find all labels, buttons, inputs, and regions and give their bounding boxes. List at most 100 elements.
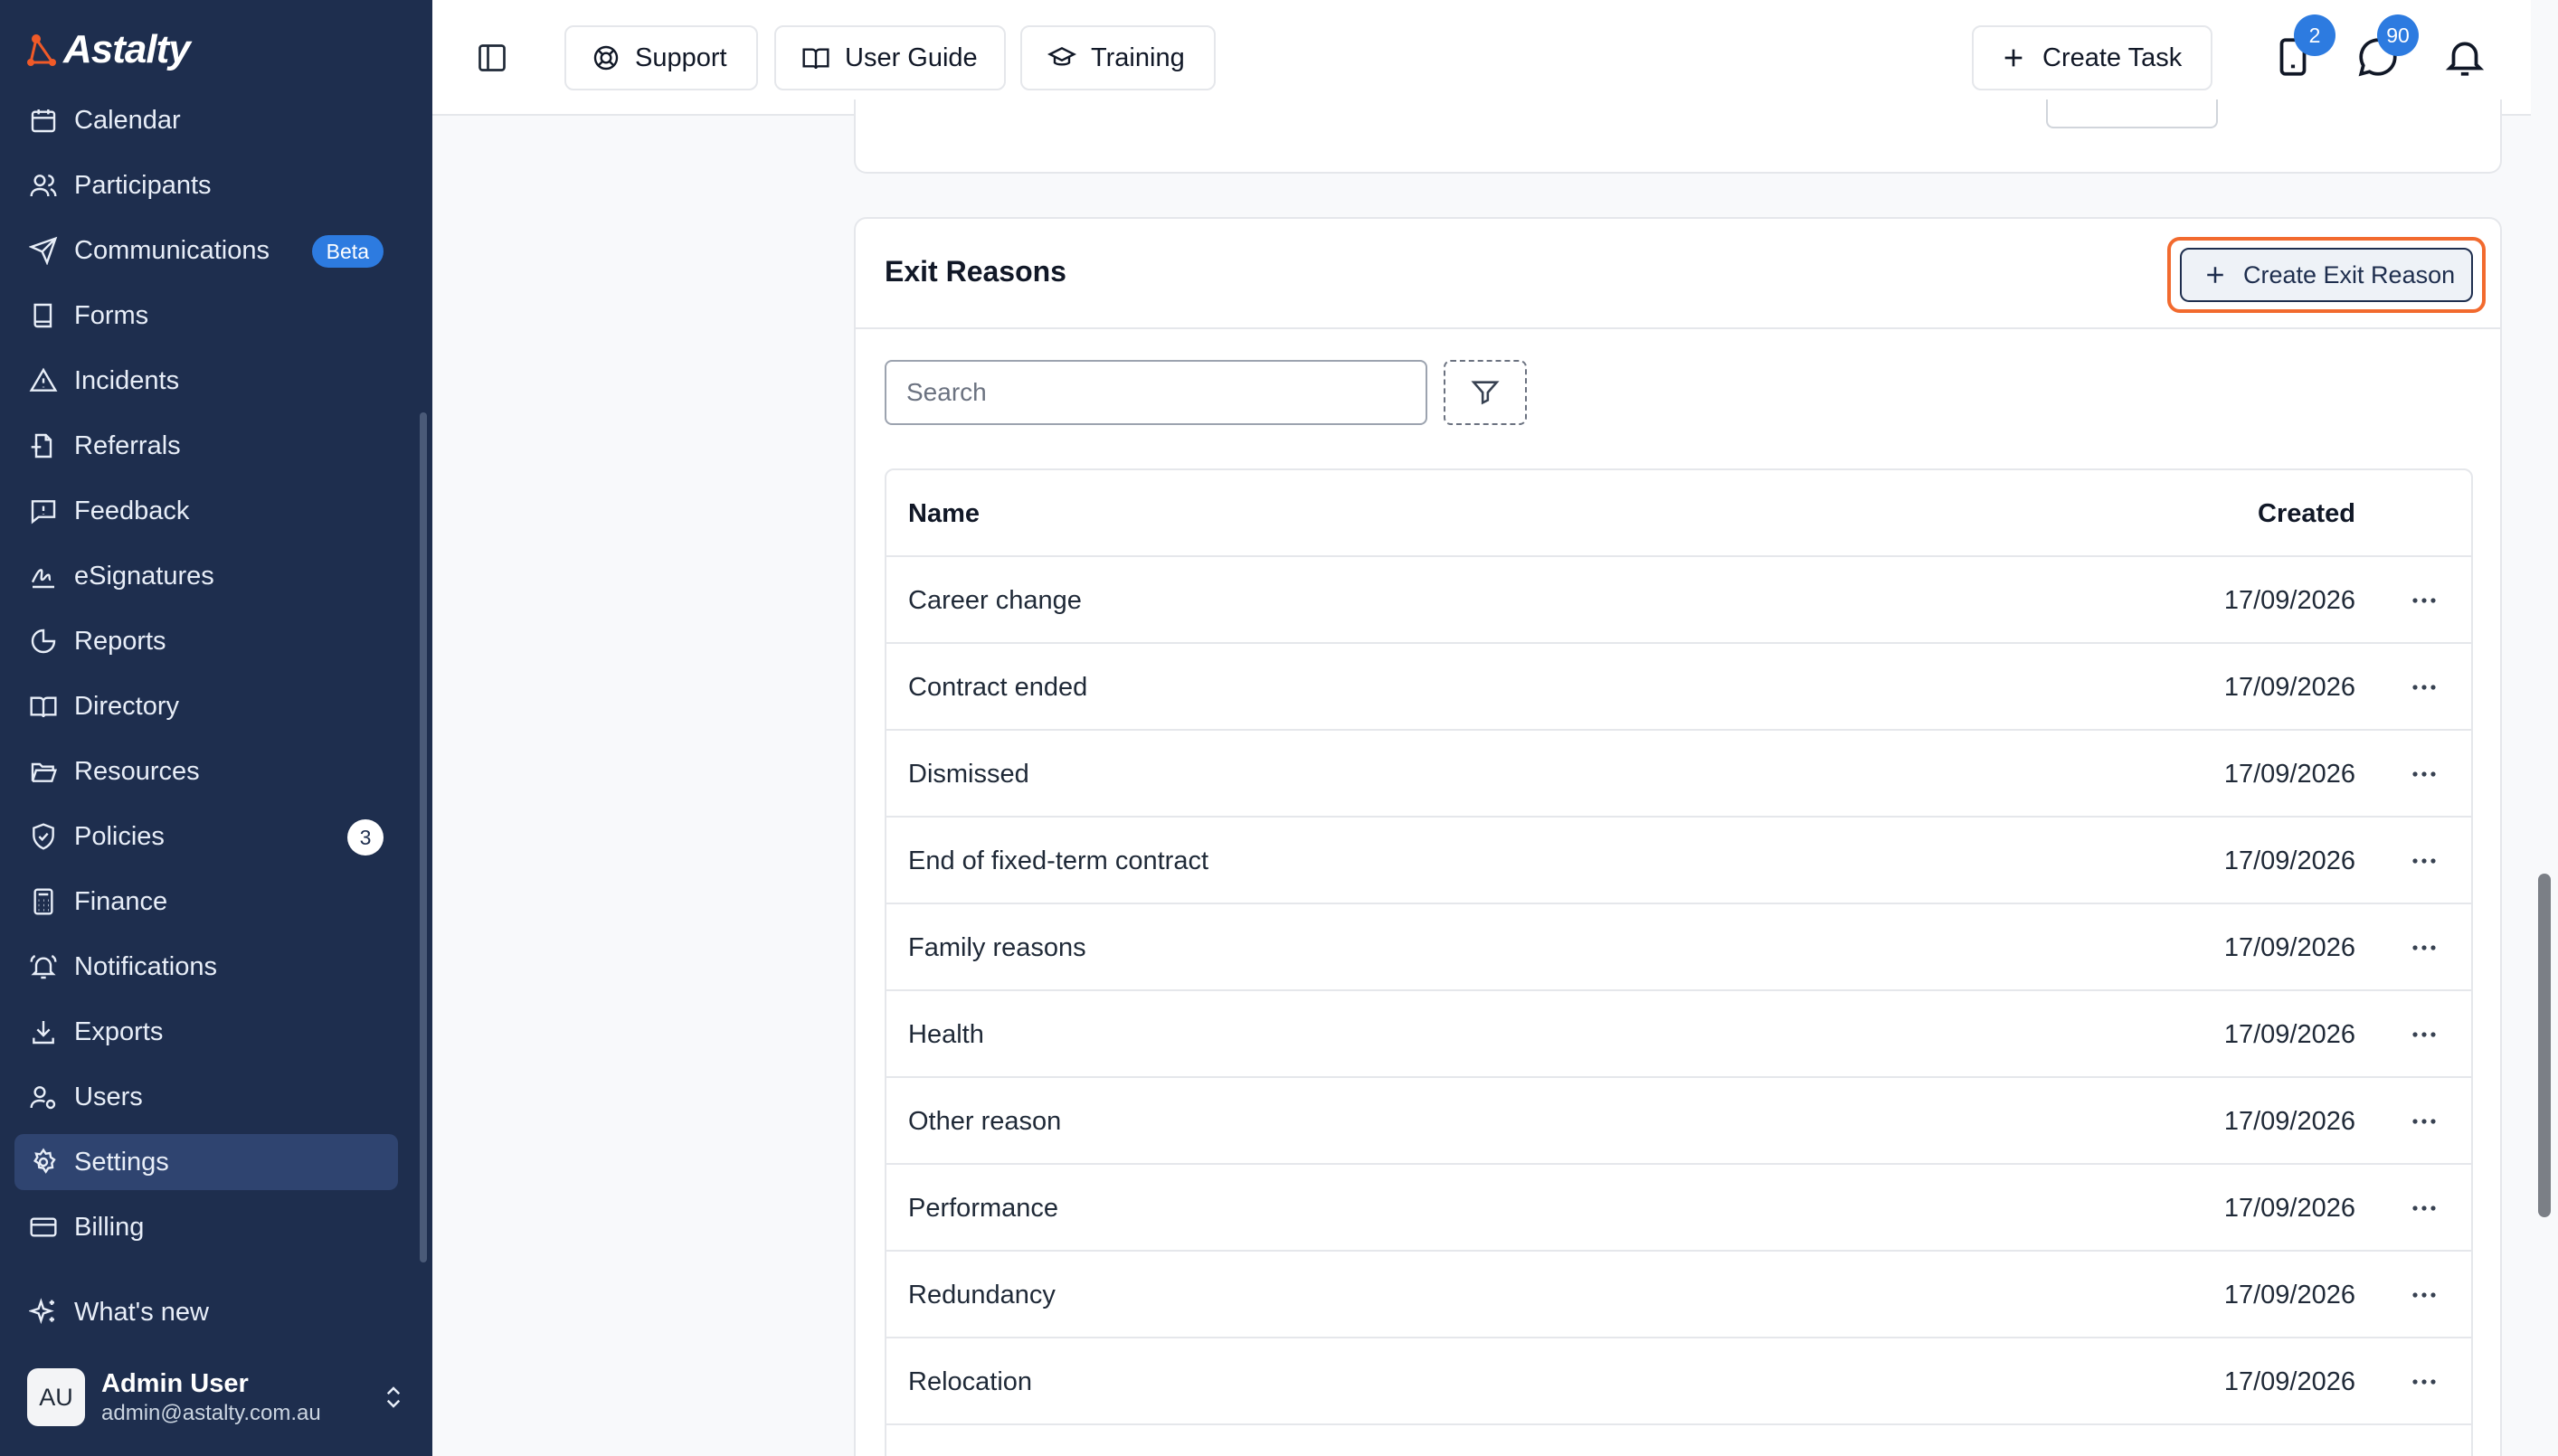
- sidebar-toggle-icon[interactable]: [476, 42, 508, 74]
- sidebar-item-forms[interactable]: Forms: [14, 288, 398, 344]
- column-header-created[interactable]: Created: [2258, 499, 2355, 529]
- previous-card-button[interactable]: [2046, 99, 2218, 128]
- row-name: Relocation: [908, 1367, 1033, 1396]
- table-row[interactable]: Dismissed 17/09/2026: [886, 731, 2471, 818]
- sidebar-nav: Calendar Participants Communications Bet…: [14, 92, 398, 1264]
- policies-count-badge: 3: [347, 819, 384, 856]
- row-created: 17/09/2026: [2223, 1107, 2355, 1136]
- row-created: 17/09/2026: [2223, 1020, 2355, 1049]
- support-label: Support: [635, 43, 727, 72]
- messages-count-badge: 90: [2377, 14, 2419, 56]
- card-title: Exit Reasons: [885, 255, 1066, 288]
- sidebar-item-esignatures[interactable]: eSignatures: [14, 548, 398, 604]
- sidebar-item-label: Directory: [74, 691, 180, 721]
- sidebar-item-users[interactable]: Users: [14, 1069, 398, 1125]
- sidebar-item-label: Resources: [74, 756, 200, 786]
- row-created: 17/09/2026: [2223, 586, 2355, 615]
- lifebuoy-icon: [593, 45, 619, 71]
- sidebar-scrollbar[interactable]: [420, 412, 427, 1262]
- row-actions-button[interactable]: [2402, 1275, 2446, 1315]
- more-horizontal-icon: [2412, 1032, 2436, 1037]
- card-header: Exit Reasons Create Exit Reason: [856, 219, 2500, 329]
- sidebar-item-referrals[interactable]: Referrals: [14, 418, 398, 474]
- row-actions-button[interactable]: [2402, 1015, 2446, 1054]
- plus-icon: [2004, 49, 2023, 67]
- more-horizontal-icon: [2412, 685, 2436, 690]
- row-name: Health: [908, 1020, 984, 1049]
- filter-button[interactable]: [1444, 360, 1527, 425]
- row-actions-button[interactable]: [2402, 928, 2446, 968]
- sidebar-item-whats-new[interactable]: What's new: [14, 1284, 398, 1340]
- pie-chart-icon: [31, 629, 56, 654]
- row-actions-button[interactable]: [2402, 1362, 2446, 1402]
- open-book-icon: [802, 48, 829, 70]
- sidebar-item-feedback[interactable]: Feedback: [14, 483, 398, 539]
- user-menu[interactable]: AU Admin User admin@astalty.com.au: [27, 1367, 407, 1427]
- previous-settings-card: [854, 99, 2502, 174]
- sidebar-item-incidents[interactable]: Incidents: [14, 353, 398, 409]
- table-row[interactable]: Health 17/09/2026: [886, 991, 2471, 1078]
- table-row[interactable]: Relocation 17/09/2026: [886, 1338, 2471, 1425]
- beta-badge: Beta: [311, 235, 384, 268]
- table-row[interactable]: Performance 17/09/2026: [886, 1165, 2471, 1252]
- row-name: Dismissed: [908, 760, 1029, 789]
- sidebar-item-communications[interactable]: Communications Beta: [14, 222, 398, 279]
- filter-icon: [1471, 381, 1500, 405]
- sidebar-item-billing[interactable]: Billing: [14, 1199, 398, 1255]
- row-created: 17/09/2026: [2223, 1281, 2355, 1309]
- table-row[interactable]: Contract ended 17/09/2026: [886, 644, 2471, 731]
- chevrons-up-down-icon: [386, 1386, 401, 1408]
- more-horizontal-icon: [2412, 1205, 2436, 1211]
- sidebar-item-label: Participants: [74, 170, 212, 200]
- sidebar-item-policies[interactable]: Policies 3: [14, 808, 398, 865]
- table-row[interactable]: Career change 17/09/2026: [886, 557, 2471, 644]
- sidebar-item-notifications[interactable]: Notifications: [14, 939, 398, 995]
- row-actions-button[interactable]: [2402, 1188, 2446, 1228]
- sidebar-item-label: Settings: [74, 1147, 169, 1177]
- astalty-logo[interactable]: Astalty: [27, 27, 191, 72]
- support-button[interactable]: Support: [564, 25, 758, 90]
- search-input[interactable]: [885, 360, 1427, 425]
- create-task-button[interactable]: Create Task: [1972, 25, 2212, 90]
- avatar: AU: [27, 1368, 85, 1426]
- more-horizontal-icon: [2412, 598, 2436, 603]
- user-cog-icon: [30, 1086, 56, 1110]
- table-row[interactable]: End of fixed-term contract 17/09/2026: [886, 818, 2471, 904]
- training-button[interactable]: Training: [1020, 25, 1216, 90]
- create-exit-reason-label: Create Exit Reason: [2243, 260, 2456, 288]
- signature-icon: [31, 569, 54, 589]
- sidebar-item-label: Referrals: [74, 430, 181, 460]
- row-actions-button[interactable]: [2402, 754, 2446, 794]
- open-book-icon: [30, 696, 57, 718]
- more-horizontal-icon: [2412, 858, 2436, 864]
- column-header-name[interactable]: Name: [908, 499, 980, 529]
- sidebar-item-label: Finance: [74, 886, 168, 916]
- sidebar: Astalty Calendar Participants Communicat…: [0, 0, 432, 1456]
- row-actions-button[interactable]: [2402, 841, 2446, 881]
- page-scrollbar[interactable]: [2538, 874, 2551, 1217]
- sidebar-item-label: Reports: [74, 626, 166, 656]
- row-name: End of fixed-term contract: [908, 846, 1209, 875]
- sidebar-item-resources[interactable]: Resources: [14, 743, 398, 799]
- sidebar-item-directory[interactable]: Directory: [14, 678, 398, 734]
- user-guide-button[interactable]: User Guide: [774, 25, 1006, 90]
- sidebar-item-calendar[interactable]: Calendar: [14, 92, 398, 148]
- top-bar: Support User Guide Training Create Task …: [432, 0, 2531, 116]
- table-row[interactable]: Redundancy 17/09/2026: [886, 1252, 2471, 1338]
- bell-icon[interactable]: [2442, 34, 2487, 80]
- sidebar-item-settings[interactable]: Settings: [14, 1134, 398, 1190]
- folder-open-icon: [31, 762, 57, 782]
- row-actions-button[interactable]: [2402, 667, 2446, 707]
- create-exit-reason-button[interactable]: Create Exit Reason: [2180, 248, 2473, 302]
- sidebar-item-exports[interactable]: Exports: [14, 1004, 398, 1060]
- table-row[interactable]: Other reason 17/09/2026: [886, 1078, 2471, 1165]
- sidebar-item-participants[interactable]: Participants: [14, 157, 398, 213]
- row-actions-button[interactable]: [2402, 1101, 2446, 1141]
- sidebar-item-reports[interactable]: Reports: [14, 613, 398, 669]
- row-actions-button[interactable]: [2402, 581, 2446, 620]
- user-guide-label: User Guide: [845, 43, 978, 72]
- table-row[interactable]: Family reasons 17/09/2026: [886, 904, 2471, 991]
- row-created: 17/09/2026: [2223, 760, 2355, 789]
- sidebar-item-finance[interactable]: Finance: [14, 874, 398, 930]
- row-created: 17/09/2026: [2223, 933, 2355, 962]
